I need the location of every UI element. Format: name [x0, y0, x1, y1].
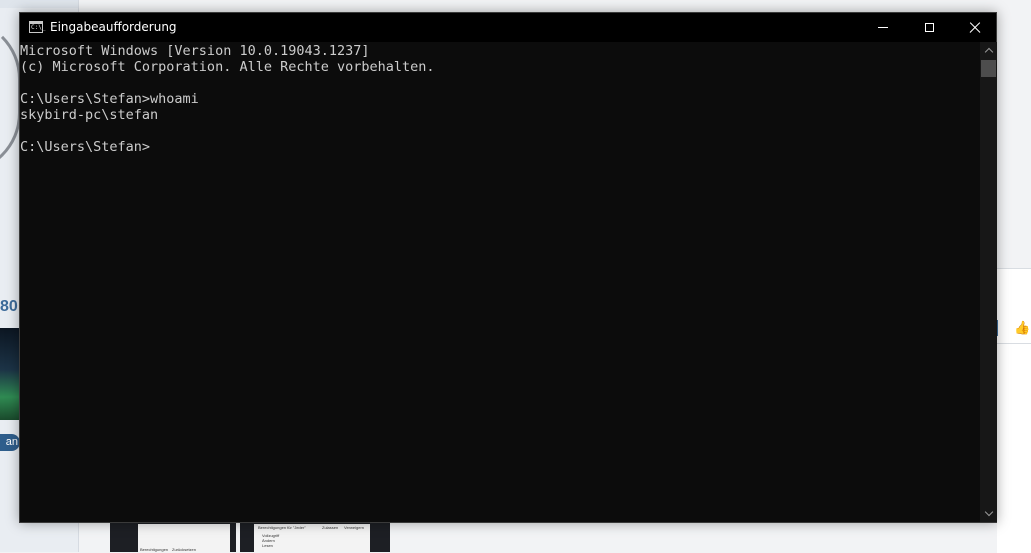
console-line: skybird-pc\stefan: [20, 107, 159, 123]
console-app-icon-glyph: C:\_: [31, 24, 46, 31]
close-button[interactable]: [952, 13, 998, 42]
background-divider: [997, 343, 1031, 344]
close-icon: [969, 22, 981, 34]
background-screenshot-label: Lesen: [262, 543, 273, 548]
console-line: C:\Users\Stefan>whoami: [20, 91, 199, 107]
background-right-panel: [997, 268, 1031, 553]
minimize-button[interactable]: [860, 13, 906, 42]
background-screenshot-label: Zurücksetzen: [172, 547, 197, 552]
background-screenshot-dialog: Berechtigungen Zurücksetzen: [138, 524, 230, 552]
minimize-icon: [878, 27, 888, 28]
window-title: Eingabeaufforderung: [50, 20, 177, 34]
background-screenshot-label: Verweigern: [344, 525, 365, 530]
title-bar[interactable]: C:\_ Eingabeaufforderung: [20, 13, 996, 42]
maximize-button[interactable]: [906, 13, 952, 42]
console-app-icon[interactable]: C:\_: [29, 21, 46, 33]
command-prompt-line[interactable]: C:\Users\Stefan>: [20, 139, 435, 155]
console-line: (c) Microsoft Corporation. Alle Rechte v…: [20, 59, 435, 75]
background-user-tag[interactable]: an: [0, 434, 20, 451]
scroll-up-button[interactable]: [980, 42, 997, 59]
background-thumbnail-image: [0, 328, 20, 420]
background-screenshot-label: Berechtigungen für "Jeder": [258, 525, 306, 530]
background-page-header: [0, 0, 78, 8]
background-screenshot-thumbnail-2[interactable]: Berechtigungen für "Jeder" Zulassen Verw…: [240, 522, 390, 552]
scroll-down-button[interactable]: [980, 505, 997, 522]
background-screenshot-label: Zulassen: [322, 525, 339, 530]
scrollbar-thumb[interactable]: [981, 60, 996, 77]
background-screenshot-label: Berechtigungen: [140, 547, 169, 552]
vertical-scrollbar[interactable]: [980, 42, 997, 522]
command-prompt-window[interactable]: C:\_ Eingabeaufforderung Microsoft Windo…: [19, 12, 997, 523]
console-output-area[interactable]: Microsoft Windows [Version 10.0.19043.12…: [20, 42, 980, 522]
console-line: Microsoft Windows [Version 10.0.19043.12…: [20, 43, 370, 59]
background-counter: 80: [0, 298, 18, 315]
maximize-icon: [924, 23, 934, 32]
thumbs-up-icon[interactable]: 👍: [1014, 320, 1030, 335]
background-screenshot-thumbnail-1[interactable]: Berechtigungen Zurücksetzen: [110, 522, 236, 552]
chevron-down-icon: [984, 507, 993, 517]
console-lines: Microsoft Windows [Version 10.0.19043.12…: [20, 43, 435, 155]
chevron-up-icon: [984, 47, 993, 57]
background-screenshot-dialog: Berechtigungen für "Jeder" Zulassen Verw…: [254, 524, 370, 552]
